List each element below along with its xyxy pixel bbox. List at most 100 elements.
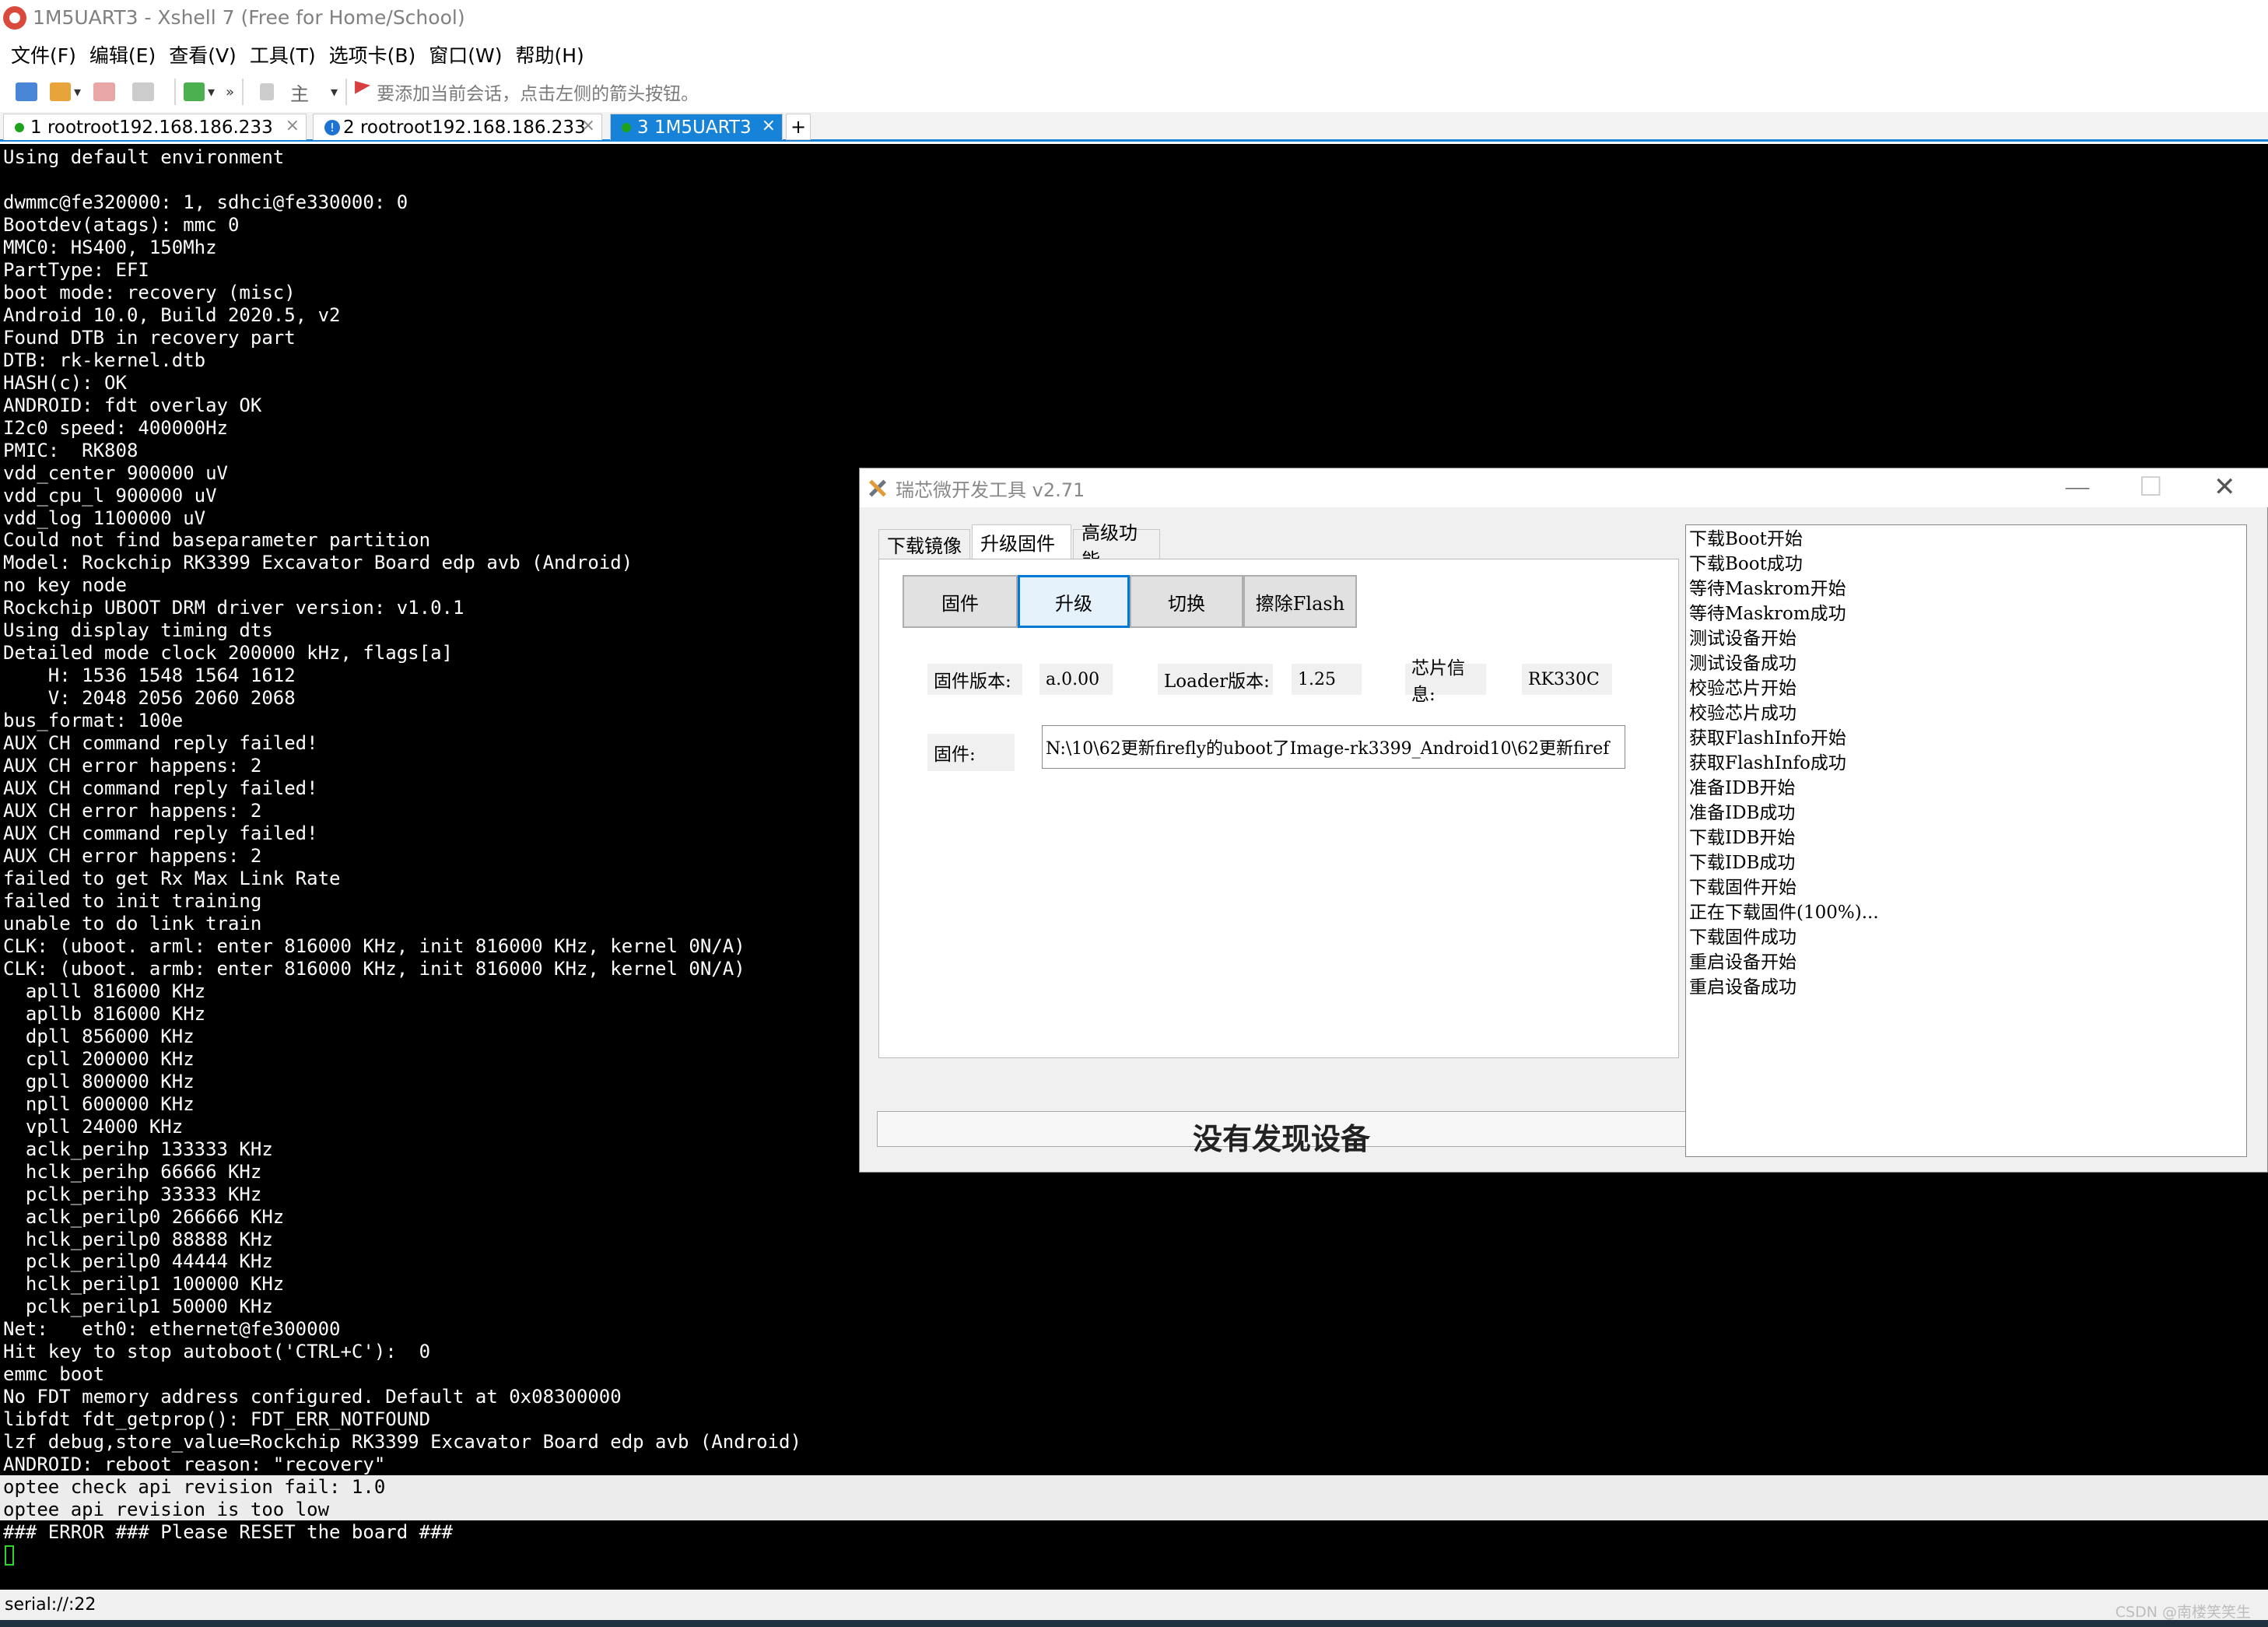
log-entry: 正在下载固件(100%)...	[1689, 903, 1879, 923]
terminal-line: optee api revision is too low	[3, 1499, 330, 1521]
log-entry: 重启设备开始	[1689, 952, 1797, 973]
terminal-line: optee check api revision fail: 1.0	[3, 1476, 386, 1499]
menu-edit[interactable]: 编辑(E)	[89, 40, 156, 68]
window-title: 1M5UART3 - Xshell 7 (Free for Home/Schoo…	[33, 6, 465, 29]
connected-status-icon	[622, 122, 631, 132]
menu-bar: 文件(F) 编辑(E) 查看(V) 工具(T) 选项卡(B) 窗口(W) 帮助(…	[0, 37, 598, 72]
tab-session-2[interactable]: ! 2 rootroot192.168.186.233 ×	[313, 114, 602, 140]
terminal-line: pclk_perilp0 44444 KHz	[3, 1250, 273, 1273]
terminal-line: vdd_center 900000 uV	[3, 461, 228, 484]
terminal-line: hclk_perilp1 100000 KHz	[3, 1273, 285, 1296]
log-entry: 下载固件成功	[1689, 927, 1797, 948]
terminal-line: npll 600000 KHz	[3, 1092, 195, 1115]
bookmark-flag-icon[interactable]	[355, 81, 371, 94]
terminal-line: Could not find baseparameter partition	[3, 529, 431, 552]
log-entry: 下载固件开始	[1689, 878, 1797, 898]
open-session-button[interactable]: ▾	[50, 78, 81, 106]
reconnect-button[interactable]	[89, 78, 120, 106]
terminal-line: Bootdev(atags): mmc 0	[3, 213, 240, 236]
log-entry: 获取FlashInfo开始	[1689, 728, 1846, 749]
tab-download-image[interactable]: 下载镜像	[878, 529, 970, 559]
menu-tab[interactable]: 选项卡(B)	[329, 40, 416, 68]
close-tab-icon[interactable]: ×	[581, 116, 595, 135]
progress-log[interactable]: 下载Boot开始 下载Boot成功 等待Maskrom开始 等待Maskrom成功 测试…	[1685, 524, 2247, 1157]
terminal-line: aplll 816000 KHz	[3, 980, 206, 1002]
upgrade-panel-body	[878, 790, 1679, 1058]
tab-label: 3 1M5UART3	[637, 117, 752, 138]
terminal-line: pclk_perilp1 50000 KHz	[3, 1296, 273, 1318]
terminal-line: aclk_perihp 133333 KHz	[3, 1138, 273, 1160]
terminal-line: gpll 800000 KHz	[3, 1070, 195, 1092]
toolbar-overflow-icon[interactable]: »	[226, 84, 234, 100]
terminal-line: failed to get Rx Max Link Rate	[3, 868, 341, 889]
terminal-line: hclk_perihp 66666 KHz	[3, 1160, 262, 1183]
host-selector[interactable]: 主	[290, 79, 309, 106]
close-tab-icon[interactable]: ×	[762, 116, 776, 135]
connection-address: serial://:22	[5, 1595, 96, 1615]
menu-view[interactable]: 查看(V)	[169, 40, 237, 68]
switch-button[interactable]: 切换	[1130, 575, 1243, 628]
terminal-line: failed to init training	[3, 889, 262, 912]
log-entry: 下载IDB成功	[1689, 853, 1796, 873]
chip-info-value: RK330C	[1522, 664, 1612, 695]
title-bar: 1M5UART3 - Xshell 7 (Free for Home/Schoo…	[0, 0, 2268, 35]
folder-icon	[50, 82, 71, 101]
terminal-line: pclk_perihp 33333 KHz	[3, 1183, 262, 1205]
properties-button[interactable]: ▾	[184, 78, 215, 106]
toolbar-divider	[345, 79, 348, 105]
new-session-button[interactable]	[11, 78, 42, 106]
terminal-text: Using default environment​dwmmc@fe320000…	[3, 146, 801, 1544]
terminal-line: boot mode: recovery (misc)	[3, 281, 296, 303]
disconnect-button[interactable]	[128, 78, 159, 106]
terminal-line: vdd_log 1100000 uV	[3, 507, 206, 529]
log-entry: 准备IDB成功	[1689, 803, 1796, 823]
dialog-title-bar: 瑞芯微开发工具 v2.71 — ☐ ✕	[860, 468, 2268, 507]
terminal-line: HASH(c): OK	[3, 371, 127, 394]
firmware-button[interactable]: 固件	[903, 575, 1018, 628]
terminal-line: PartType: EFI	[3, 258, 149, 281]
rkdevtool-window: 瑞芯微开发工具 v2.71 — ☐ ✕ 下载镜像 升级固件 高级功能 固件 升级…	[859, 468, 2268, 1173]
tab-advanced[interactable]: 高级功能	[1073, 522, 1160, 571]
erase-flash-button[interactable]: 擦除Flash	[1243, 575, 1357, 628]
taskbar-edge	[0, 1620, 2268, 1627]
terminal-line: ANDROID: fdt overlay OK	[3, 394, 262, 416]
terminal-line: I2c0 speed: 400000Hz	[3, 416, 228, 439]
menu-file[interactable]: 文件(F)	[11, 40, 76, 68]
terminal-line: bus_format: 100e	[3, 710, 184, 732]
terminal-line: ​	[3, 169, 801, 191]
terminal-cursor	[5, 1545, 14, 1566]
tab-upgrade-firmware[interactable]: 升级固件	[972, 524, 1071, 559]
lock-button[interactable]	[251, 78, 282, 106]
log-entry: 校验芯片成功	[1689, 703, 1797, 724]
lock-icon	[260, 83, 275, 100]
close-tab-icon[interactable]: ×	[286, 116, 300, 135]
dialog-title: 瑞芯微开发工具 v2.71	[896, 479, 1085, 501]
firmware-path-field[interactable]: N:\10\62更新firefly的uboot了Image-rk3399_And…	[1042, 725, 1625, 769]
log-entry: 校验芯片开始	[1689, 679, 1797, 699]
terminal-line: Using default environment	[3, 146, 285, 168]
maximize-button[interactable]: ☐	[2139, 472, 2162, 503]
chevron-down-icon[interactable]: ▾	[331, 84, 338, 100]
tab-label: 2 rootroot192.168.186.233	[343, 117, 586, 138]
terminal-line: aclk_perilp0 266666 KHz	[3, 1205, 285, 1228]
terminal-line: Rockchip UBOOT DRM driver version: v1.0.…	[3, 597, 464, 619]
loader-version-label: Loader版本:	[1158, 664, 1273, 695]
menu-help[interactable]: 帮助(H)	[516, 40, 584, 68]
terminal-line: H: 1536 1548 1564 1612	[3, 664, 296, 687]
minimize-button[interactable]: —	[2064, 472, 2091, 503]
terminal-line: dpll 856000 KHz	[3, 1025, 195, 1047]
close-button[interactable]: ✕	[2214, 472, 2236, 503]
menu-tools[interactable]: 工具(T)	[250, 40, 316, 68]
tab-session-1[interactable]: 1 rootroot192.168.186.233 ×	[3, 114, 307, 140]
new-tab-button[interactable]: +	[786, 114, 811, 140]
menu-window[interactable]: 窗口(W)	[429, 40, 502, 68]
tab-session-3[interactable]: 3 1M5UART3 ×	[610, 114, 783, 140]
chevron-down-icon: ▾	[207, 83, 215, 100]
terminal-line: AUX CH error happens: 2	[3, 845, 262, 868]
upgrade-button[interactable]: 升级	[1018, 575, 1130, 628]
terminal-line: ANDROID: reboot reason: "recovery"	[3, 1453, 386, 1476]
toolbar: ▾ ▾ » 主 ▾ 要添加当前会话，点击左侧的箭头按钮。	[0, 74, 2268, 110]
terminal-line: V: 2048 2056 2060 2068	[3, 687, 296, 710]
terminal-line: vpll 24000 KHz	[3, 1115, 184, 1138]
device-status-message: 没有发现设备	[1192, 1120, 1370, 1156]
